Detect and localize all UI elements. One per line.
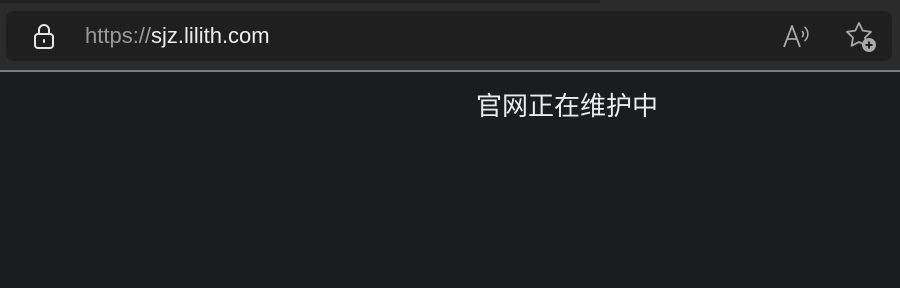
add-favorite-icon[interactable] (844, 20, 878, 54)
url-host: sjz.lilith.com (151, 23, 270, 48)
tab-strip-edge (0, 0, 600, 3)
url-scheme: https:// (85, 23, 152, 48)
lock-icon[interactable] (32, 21, 56, 51)
url-field[interactable]: https://sjz.lilith.com (85, 21, 270, 51)
read-aloud-icon[interactable] (781, 22, 813, 50)
browser-toolbar: https://sjz.lilith.com (0, 0, 900, 70)
maintenance-message: 官网正在维护中 (476, 92, 659, 122)
page-content: 官网正在维护中 (0, 72, 900, 288)
